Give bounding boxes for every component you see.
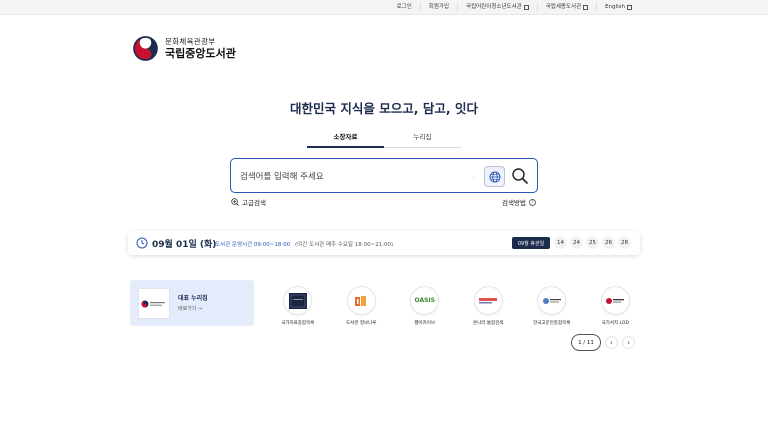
page-headline: 대한민국 지식을 모으고, 담고, 잇다 (290, 101, 478, 116)
search-method-link[interactable]: 검색방법 ? (502, 197, 536, 207)
search-tabs: 소장자료 누리집 (307, 130, 461, 148)
closed-day: 24 (570, 236, 583, 249)
chevron-right-icon: › (627, 338, 630, 347)
search-input[interactable]: 검색어를 입력해 주세요 (240, 170, 324, 182)
advanced-search-link[interactable]: 고급검색 (231, 197, 266, 207)
page-counter: 1 / 11 (571, 334, 601, 351)
lod-logo (606, 297, 625, 304)
external-link-icon (523, 5, 529, 10)
site-web-archive[interactable]: OASIS 웹아카이브 (393, 286, 457, 326)
oasis-logo: OASIS (414, 297, 435, 304)
closed-day: 26 (602, 236, 615, 249)
library-mini-logo-icon (141, 300, 165, 307)
clock-icon (136, 237, 148, 249)
children-library-link[interactable]: 국립어린이청소년도서관 (457, 4, 537, 11)
ministry-name: 문화체육관광부 (165, 37, 216, 46)
sites-pager: 1 / 11 ‹ › (571, 334, 635, 351)
search-box: 검색어를 입력해 주세요 · (230, 158, 538, 193)
site-onnara-search[interactable]: 온나라 통합검색 (457, 286, 521, 326)
zoom-plus-icon (231, 198, 239, 206)
site-national-lod[interactable]: 국가서지 LOD (584, 286, 648, 326)
site-national-catalog[interactable]: 국가자료종합목록 (266, 286, 330, 326)
taegeuk-logo-icon (132, 35, 159, 62)
utility-links: 로그인 회원가입 국립어린이청소년도서관 국립세종도서관 English (389, 0, 640, 15)
search-separator: · (473, 175, 475, 182)
top-utility-bar: 로그인 회원가입 국립어린이청소년도서관 국립세종도서관 English (0, 0, 768, 15)
library-name: 국립중앙도서관 (165, 47, 236, 60)
sejong-library-link[interactable]: 국립세종도서관 (536, 4, 596, 11)
closed-day: 25 (586, 236, 599, 249)
login-link[interactable]: 로그인 (389, 4, 420, 11)
site-old-books-catalog[interactable]: 한국고문헌종합목록 (520, 286, 584, 326)
english-link[interactable]: English (596, 4, 640, 11)
featured-site-card[interactable]: 대표 누리집 바로가기 → (130, 280, 254, 326)
closed-day: 28 (618, 236, 631, 249)
language-globe-button[interactable] (484, 166, 505, 187)
search-icon[interactable] (511, 167, 529, 185)
prev-page-button[interactable]: ‹ (605, 336, 618, 349)
globe-icon (489, 171, 500, 182)
featured-site-thumbnail (138, 288, 170, 319)
opening-hours: 도서관 운영시간 09:00~18:00 (215, 241, 291, 248)
closed-days-badge[interactable]: 09월 휴관일 (512, 237, 550, 249)
search-logo (479, 297, 498, 303)
closed-days-list: 14 24 25 26 28 (554, 236, 631, 249)
related-sites-list: 국가자료종합목록 도서관 정보나루 OASIS 웹아카이브 온나라 통합검색 한… (266, 286, 647, 326)
featured-site-title: 대표 누리집 (178, 295, 208, 302)
library-hours-bar: 09월 01일 (화) 도서관 운영시간 09:00~18:00 (야간 도서관… (128, 231, 640, 255)
external-link-icon (627, 5, 632, 10)
closed-day: 14 (554, 236, 567, 249)
signup-link[interactable]: 회원가입 (419, 4, 457, 11)
next-page-button[interactable]: › (622, 336, 635, 349)
books-icon (355, 295, 367, 306)
chevron-left-icon: ‹ (610, 338, 613, 347)
external-link-icon (583, 5, 589, 10)
tab-collection[interactable]: 소장자료 (307, 130, 384, 148)
book-cover-icon (288, 292, 307, 309)
night-hours: (야간 도서관 매주 수요일 18:00~21:00) (295, 241, 394, 248)
featured-site-go-link[interactable]: 바로가기 → (178, 305, 202, 312)
today-date: 09월 01일 (화) (152, 240, 217, 250)
site-logo[interactable]: 문화체육관광부 국립중앙도서관 (132, 35, 236, 62)
site-library-naru[interactable]: 도서관 정보나루 (330, 286, 394, 326)
tab-website[interactable]: 누리집 (384, 130, 461, 148)
help-icon: ? (528, 198, 536, 206)
archive-logo (542, 297, 561, 304)
